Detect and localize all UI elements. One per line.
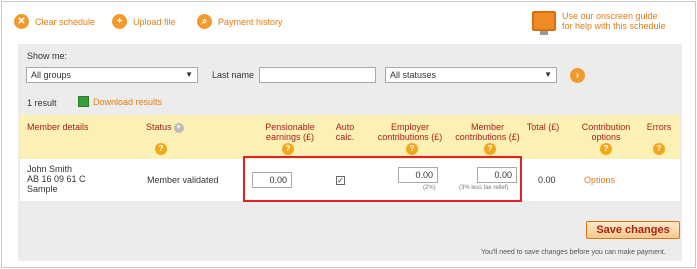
header-member-details: Member details: [27, 122, 89, 132]
help-icon[interactable]: ?: [600, 143, 612, 155]
last-name-label: Last name: [212, 70, 255, 80]
save-changes-button[interactable]: Save changes: [586, 221, 680, 239]
upload-icon: +: [112, 14, 127, 29]
status-select-value: All statuses: [390, 70, 437, 80]
table-header: Member details Status ▾ ? Pensionable ear…: [20, 115, 680, 159]
onscreen-guide-link[interactable]: Use our onscreen guide for help with thi…: [532, 11, 672, 35]
guide-line-2: for help with this schedule: [562, 21, 666, 31]
result-count: 1 result: [27, 98, 57, 108]
download-results-link[interactable]: Download results: [78, 96, 162, 107]
help-icon[interactable]: ?: [653, 143, 665, 155]
member-name: John Smith: [27, 164, 73, 174]
help-icon[interactable]: ?: [484, 143, 496, 155]
header-contribution-options: Contribution options: [581, 122, 631, 142]
options-link[interactable]: Options: [584, 175, 615, 185]
upload-file-link[interactable]: + Upload file: [112, 14, 176, 29]
member-extra: Sample: [27, 184, 58, 194]
save-footnote: You'll need to save changes before you c…: [481, 249, 666, 256]
header-pensionable: Pensionable earnings (£): [265, 122, 315, 142]
member-ni-number: AB 16 09 61 C: [27, 174, 86, 184]
schedule-panel: Show me: All groups ▼ Last name All stat…: [18, 44, 682, 261]
header-auto-calc: Auto calc.: [335, 122, 355, 142]
search-icon: ⌕: [197, 14, 212, 29]
upload-file-label: Upload file: [133, 16, 176, 27]
header-employer: Employer contributions (£): [377, 122, 443, 142]
guide-line-1: Use our onscreen guide: [562, 11, 658, 21]
chevron-down-icon: ▼: [544, 70, 552, 79]
download-results-label: Download results: [93, 96, 163, 107]
status-select[interactable]: All statuses ▼: [385, 67, 557, 83]
payment-history-label: Payment history: [218, 16, 283, 27]
header-status[interactable]: Status ▾: [146, 122, 184, 133]
status-value: Member validated: [147, 175, 219, 185]
help-icon[interactable]: ?: [155, 143, 167, 155]
clear-schedule-link[interactable]: ✕ Clear schedule: [14, 14, 95, 29]
group-select[interactable]: All groups ▼: [26, 67, 198, 83]
header-errors: Errors: [646, 122, 672, 132]
highlight-box: [243, 156, 522, 202]
spreadsheet-icon: [78, 96, 89, 107]
clear-schedule-label: Clear schedule: [35, 16, 96, 27]
help-icon[interactable]: ?: [282, 143, 294, 155]
member-details-cell: John Smith AB 16 09 61 C Sample: [27, 164, 86, 194]
header-member-contributions: Member contributions (£): [455, 122, 520, 142]
schedule-frame: ✕ Clear schedule + Upload file ⌕ Payment…: [1, 1, 696, 268]
guide-text: Use our onscreen guide for help with thi…: [562, 11, 672, 31]
clear-icon: ✕: [14, 14, 29, 29]
chevron-down-icon: ▼: [185, 70, 193, 79]
total-value: 0.00: [538, 175, 556, 185]
sort-icon: ▾: [173, 122, 184, 133]
show-me-label: Show me:: [27, 51, 68, 61]
group-select-value: All groups: [31, 70, 72, 80]
last-name-input[interactable]: [259, 67, 376, 83]
header-status-label: Status: [146, 122, 172, 132]
help-icon[interactable]: ?: [406, 143, 418, 155]
payment-history-link[interactable]: ⌕ Payment history: [197, 14, 283, 29]
go-button[interactable]: ›: [570, 68, 585, 83]
header-total: Total (£): [526, 122, 560, 132]
monitor-icon: [532, 11, 556, 35]
